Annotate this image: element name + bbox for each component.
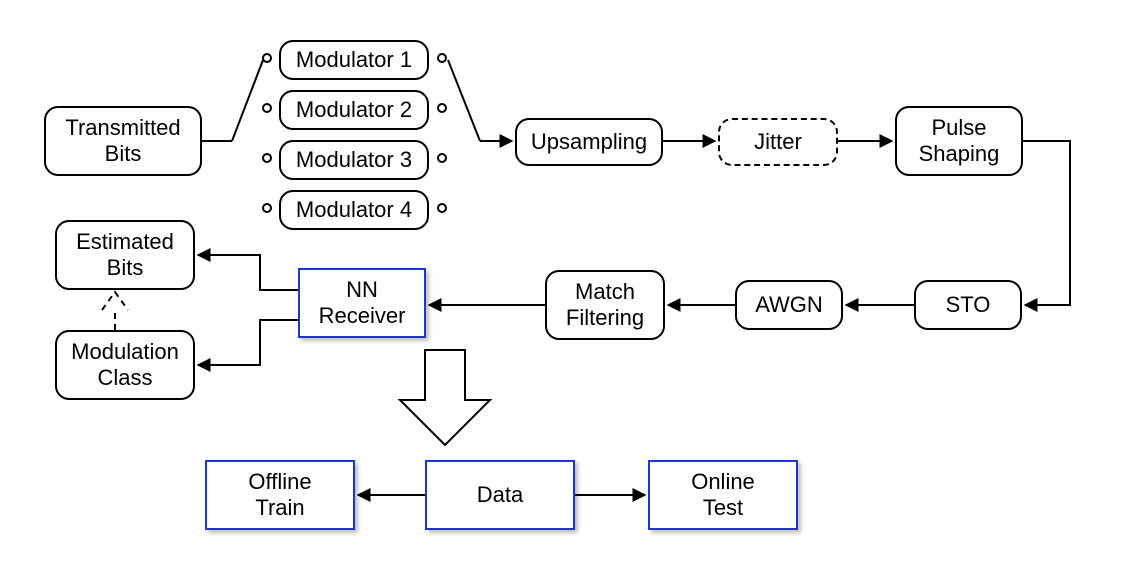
modulation-class-block: ModulationClass <box>55 330 195 400</box>
upsampling-block: Upsampling <box>515 118 663 166</box>
jitter-block: Jitter <box>718 118 838 166</box>
dashed-up-arrow-icon <box>102 292 128 330</box>
switch-port-icon <box>262 153 272 163</box>
offline-train-block: OfflineTrain <box>205 460 355 530</box>
switch-port-icon <box>437 153 447 163</box>
block-label: MatchFiltering <box>566 279 644 332</box>
match-filtering-block: MatchFiltering <box>545 270 665 340</box>
transmitted-bits-block: TransmittedBits <box>44 106 202 176</box>
awgn-block: AWGN <box>735 280 843 330</box>
block-label: ModulationClass <box>71 339 179 392</box>
block-label: AWGN <box>755 292 823 318</box>
block-label: OnlineTest <box>691 469 755 522</box>
block-label: Upsampling <box>531 129 647 155</box>
block-label: Modulator 1 <box>296 47 412 73</box>
switch-port-icon <box>437 53 447 63</box>
modulator-4-block: Modulator 4 <box>279 190 429 230</box>
online-test-block: OnlineTest <box>648 460 798 530</box>
block-label: Data <box>477 482 523 508</box>
modulator-3-block: Modulator 3 <box>279 140 429 180</box>
pulse-shaping-block: PulseShaping <box>895 106 1023 176</box>
block-label: Modulator 4 <box>296 197 412 223</box>
block-label: OfflineTrain <box>248 469 311 522</box>
modulator-1-block: Modulator 1 <box>279 40 429 80</box>
switch-port-icon <box>437 103 447 113</box>
estimated-bits-block: EstimatedBits <box>55 220 195 290</box>
block-label: NNReceiver <box>319 277 406 330</box>
block-label: TransmittedBits <box>65 115 180 168</box>
sto-block: STO <box>914 280 1022 330</box>
switch-port-icon <box>262 103 272 113</box>
switch-port-icon <box>437 203 447 213</box>
block-label: EstimatedBits <box>76 229 174 282</box>
data-block: Data <box>425 460 575 530</box>
switch-port-icon <box>262 203 272 213</box>
block-label: Jitter <box>754 129 802 155</box>
modulator-2-block: Modulator 2 <box>279 90 429 130</box>
hollow-down-arrow-icon <box>400 350 490 445</box>
nn-receiver-block: NNReceiver <box>298 268 426 338</box>
switch-port-icon <box>262 53 272 63</box>
block-label: Modulator 3 <box>296 147 412 173</box>
block-label: Modulator 2 <box>296 97 412 123</box>
block-label: PulseShaping <box>919 115 1000 168</box>
block-label: STO <box>946 292 991 318</box>
